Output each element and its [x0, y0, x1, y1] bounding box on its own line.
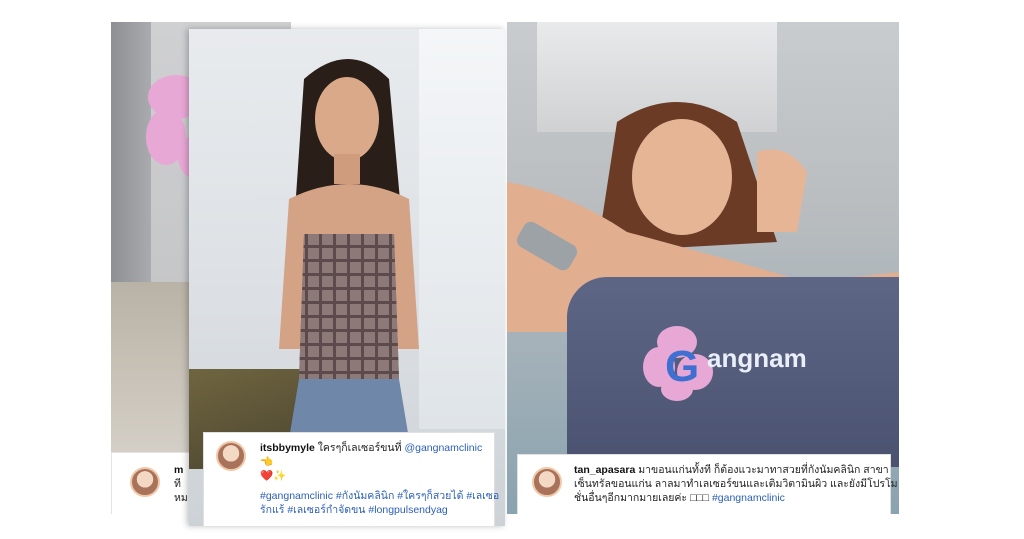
avatar[interactable]	[130, 467, 160, 497]
towel: G angnam	[567, 277, 899, 467]
mention-link[interactable]: @gangnamclinic	[404, 442, 482, 454]
caption-line: เซ็นทรัลขอนแก่น ลาลมาทำเลเซอร์ขนและเติมว…	[574, 478, 898, 490]
pointing-hand-icon: 👈	[260, 456, 274, 468]
username[interactable]: itsbbymyle	[260, 442, 315, 454]
gangnam-logo-text: angnam	[707, 343, 807, 373]
emoji-icons: □□□	[690, 492, 710, 504]
caption-text: ใครๆก็เลเซอร์ขนที่	[317, 442, 402, 454]
person-figure	[279, 59, 419, 439]
post-card-2[interactable]: itsbbymyle ใครๆก็เลเซอร์ขนที่ @gangnamcl…	[189, 29, 505, 526]
post-card-3[interactable]: G angnam tan_apasara มาขอนแก่นทั้งที ก็ต…	[507, 22, 899, 514]
avatar[interactable]	[532, 467, 562, 497]
post-caption: itsbbymyle ใครๆก็เลเซอร์ขนที่ @gangnamcl…	[203, 432, 499, 526]
emoji-line: ❤️✨	[260, 470, 287, 482]
caption-line: ที	[174, 478, 181, 490]
caption-line: ชั่นอื่นๆอีกมากมายเลยค่ะ	[574, 492, 688, 504]
username[interactable]: m	[174, 464, 183, 476]
hashtags[interactable]: #gangnamclinic #กังนัมคลินิก #ใครๆก็สวยไ…	[260, 490, 499, 502]
hashtags[interactable]: #longpulsendyag	[368, 504, 447, 516]
post-caption: tan_apasara มาขอนแก่นทั้งที ก็ต้องแวะมาท…	[517, 454, 898, 514]
gangnam-logo: G angnam	[643, 326, 807, 401]
caption-line: มาขอนแก่นทั้งที ก็ต้องแวะมาทาสวยที่กังนั…	[638, 464, 889, 476]
hashtags[interactable]: รักแร้ #เลเซอร์กำจัดขน	[260, 504, 365, 516]
hashtag[interactable]: #gangnamclinic	[712, 492, 785, 504]
svg-text:G: G	[665, 342, 699, 391]
caption-line: หม	[174, 492, 188, 504]
avatar[interactable]	[216, 441, 246, 471]
username[interactable]: tan_apasara	[574, 464, 635, 476]
